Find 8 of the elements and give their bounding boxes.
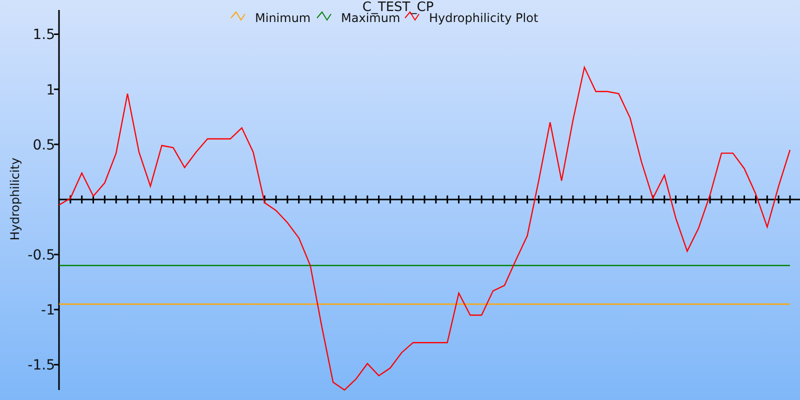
y-tick-label: -1.5 xyxy=(28,358,55,374)
legend-label: Minimum xyxy=(255,11,311,25)
y-tick-label: -0.5 xyxy=(28,248,55,264)
y-tick-label: 1.5 xyxy=(32,27,55,44)
y-tick-label: 1 xyxy=(46,82,55,98)
y-tick-label: 0.5 xyxy=(32,137,55,154)
y-axis-label: Hydrophilicity xyxy=(8,158,22,240)
y-tick-label: -1 xyxy=(41,302,55,319)
